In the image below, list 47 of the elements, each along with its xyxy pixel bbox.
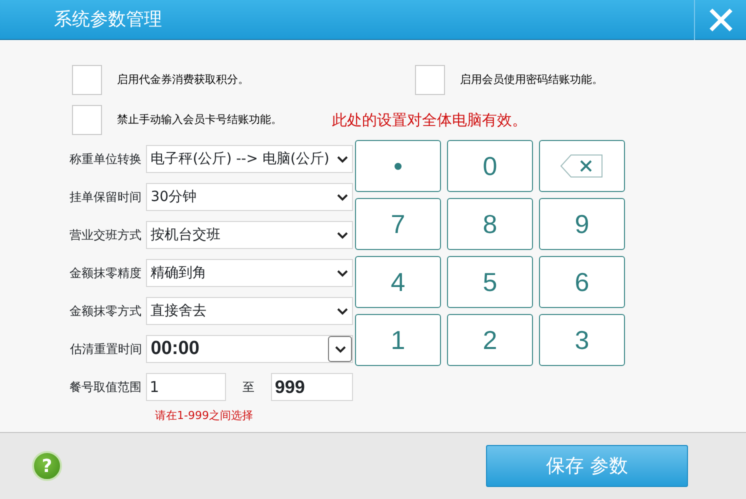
keypad-key[interactable]: 3 [539,314,625,366]
field-label: 挂单保留时间 [68,189,143,206]
checkbox[interactable] [72,65,102,95]
field-label: 称重单位转换 [68,151,143,168]
save-button[interactable]: 保存 参数 [486,445,688,487]
backspace-key[interactable] [539,140,625,192]
field-label: 餐号取值范围 [68,379,143,396]
field-label: 估清重置时间 [68,341,143,358]
window-title: 系统参数管理 [54,8,163,32]
keypad-key[interactable]: 7 [355,198,441,250]
keypad-key[interactable]: 9 [539,198,625,250]
checkbox-label: 启用代金券消费获取积分。 [117,72,249,88]
backspace-icon [560,154,604,178]
checkbox-label: 禁止手动输入会员卡号结账功能。 [117,112,282,128]
keypad-key[interactable]: 2 [447,314,533,366]
chevron-down-icon [337,194,348,200]
keypad-key[interactable]: 1 [355,314,441,366]
keypad-key[interactable]: 8 [447,198,533,250]
keypad-key[interactable]: 0 [447,140,533,192]
dropdown[interactable]: 30分钟 [146,183,353,211]
chevron-down-icon [337,270,348,276]
dropdown[interactable]: 精确到角 [146,259,353,287]
chevron-down-icon [334,346,346,352]
notice-text: 此处的设置对全体电脑有效。 [332,110,527,131]
chevron-down-icon [337,232,348,238]
hint-text: 请在1-999之间选择 [155,408,254,424]
chevron-down-icon [337,308,348,314]
field-label: 金额抹零方式 [68,303,143,320]
field-label: 金额抹零精度 [68,265,143,282]
dropdown-button[interactable] [328,336,352,362]
close-icon [708,8,732,32]
dropdown[interactable]: 直接舍去 [146,297,353,325]
help-button[interactable]: ? [32,451,62,481]
dropdown[interactable]: 按机台交班 [146,221,353,249]
input-field[interactable]: 1 [146,373,226,401]
checkbox[interactable] [415,65,445,95]
keypad-key[interactable]: 4 [355,256,441,308]
dropdown[interactable]: 电子秤(公斤) --> 电脑(公斤) [146,145,353,173]
checkbox-label: 启用会员使用密码结账功能。 [460,72,603,88]
keypad-key[interactable]: 5 [447,256,533,308]
chevron-down-icon [337,156,348,162]
input-field[interactable]: 999 [270,373,353,401]
checkbox[interactable] [72,105,102,135]
range-separator: 至 [241,379,256,396]
field-label: 营业交班方式 [68,227,143,244]
keypad-key[interactable]: • [355,140,441,192]
keypad-key[interactable]: 6 [539,256,625,308]
